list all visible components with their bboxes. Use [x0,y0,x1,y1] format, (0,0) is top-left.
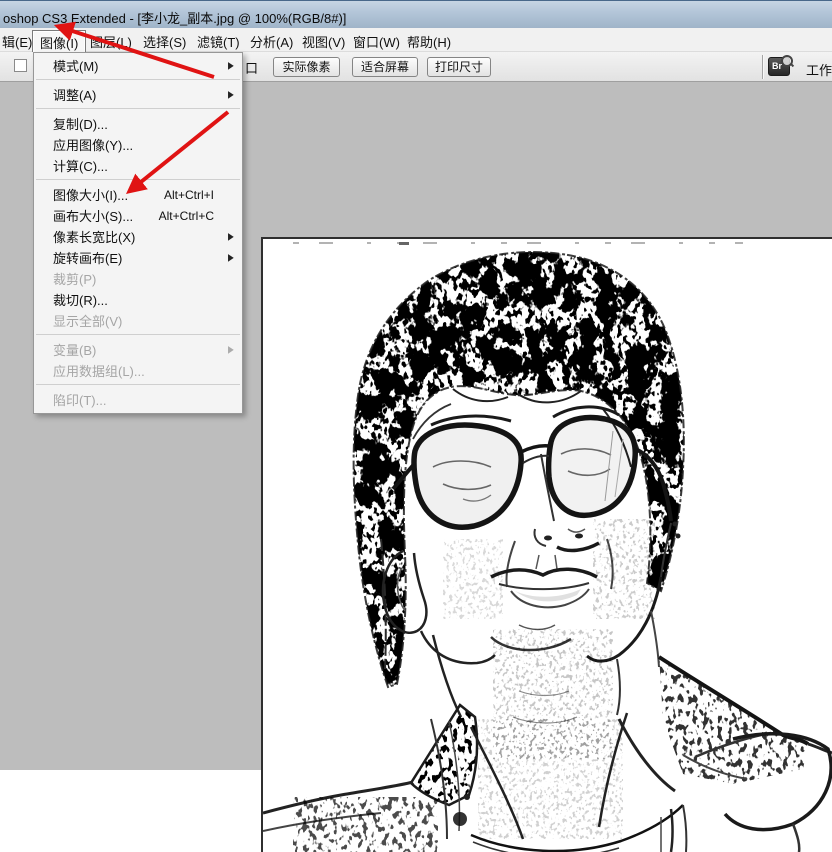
menubar-item-help[interactable]: 帮助(H) [407,32,451,51]
sketch-portrait [263,239,832,852]
photoshop-window: oshop CS3 Extended - [李小龙_副本.jpg @ 100%(… [0,0,832,770]
menu-item-mode[interactable]: 模式(M) ▶ [34,55,242,76]
menu-separator [36,384,240,385]
document-canvas[interactable] [261,237,832,852]
submenu-arrow-icon: ▶ [228,252,234,263]
menu-bar: 辑(E) 图像(I) 图层(L) 选择(S) 滤镜(T) 分析(A) 视图(V)… [0,28,832,52]
options-separator [762,55,763,79]
menubar-item-filter[interactable]: 滤镜(T) [197,32,240,51]
menu-item-adjustments[interactable]: 调整(A) ▶ [34,84,242,105]
actual-pixels-button[interactable]: 实际像素 [273,57,340,77]
menu-item-apply-data-set: 应用数据组(L)... [34,360,242,381]
menu-item-trap: 陷印(T)... [34,389,242,410]
magnifier-icon [781,55,793,67]
menubar-item-layer[interactable]: 图层(L) [90,32,132,51]
menu-separator [36,334,240,335]
menu-item-duplicate[interactable]: 复制(D)... [34,113,242,134]
menubar-item-analysis[interactable]: 分析(A) [250,32,293,51]
fit-screen-button[interactable]: 适合屏幕 [352,57,418,77]
menu-item-canvas-size[interactable]: 画布大小(S)... Alt+Ctrl+C [34,205,242,226]
title-bar: oshop CS3 Extended - [李小龙_副本.jpg @ 100%(… [0,0,832,28]
workspace-menu[interactable]: 工作 [806,60,832,79]
menu-separator [36,108,240,109]
print-size-button[interactable]: 打印尺寸 [427,57,491,77]
menu-item-variables: 变量(B) ▶ [34,339,242,360]
bridge-button[interactable]: Br [768,57,790,76]
menu-item-pixel-aspect-ratio[interactable]: 像素长宽比(X) ▶ [34,226,242,247]
canvas-top-edge-marks [293,242,743,245]
shortcut-label: Alt+Ctrl+C [159,209,214,223]
menubar-item-window[interactable]: 窗口(W) [353,32,400,51]
menu-item-calculations[interactable]: 计算(C)... [34,155,242,176]
submenu-arrow-icon: ▶ [228,60,234,71]
submenu-arrow-icon: ▶ [228,344,234,355]
menu-item-rotate-canvas[interactable]: 旋转画布(E) ▶ [34,247,242,268]
window-title: oshop CS3 Extended - [李小龙_副本.jpg @ 100%(… [3,8,346,27]
options-checkbox[interactable] [14,59,27,72]
menubar-item-edit[interactable]: 辑(E) [2,32,32,51]
menu-item-crop: 裁剪(P) [34,268,242,289]
menu-item-reveal-all: 显示全部(V) [34,310,242,331]
menu-item-apply-image[interactable]: 应用图像(Y)... [34,134,242,155]
shortcut-label: Alt+Ctrl+I [164,188,214,202]
menu-separator [36,79,240,80]
menubar-item-select[interactable]: 选择(S) [143,32,186,51]
occluded-option-label: 口 [245,58,258,77]
menu-separator [36,179,240,180]
menu-item-trim[interactable]: 裁切(R)... [34,289,242,310]
submenu-arrow-icon: ▶ [228,231,234,242]
image-menu-dropdown: 模式(M) ▶ 调整(A) ▶ 复制(D)... 应用图像(Y)... 计算(C… [33,52,243,414]
menu-item-image-size[interactable]: 图像大小(I)... Alt+Ctrl+I [34,184,242,205]
submenu-arrow-icon: ▶ [228,89,234,100]
menubar-item-view[interactable]: 视图(V) [302,32,345,51]
